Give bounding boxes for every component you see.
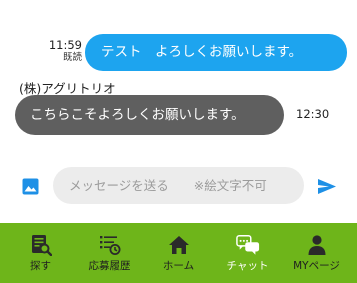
- nav-item-chat[interactable]: チャット: [215, 223, 281, 283]
- send-icon: [318, 178, 336, 194]
- nav-item-mypage[interactable]: MYページ: [284, 223, 350, 283]
- chat-icon: [235, 233, 260, 257]
- image-icon: [22, 178, 38, 194]
- message-composer: [0, 162, 357, 210]
- person-icon: [305, 233, 329, 257]
- bottom-navigation: 探す 応募履歴 ホーム チャット MYページ: [0, 223, 357, 283]
- attach-image-button[interactable]: [20, 176, 40, 196]
- outgoing-message-meta: 11:59 既読: [46, 38, 82, 64]
- nav-label-history: 応募履歴: [88, 260, 131, 272]
- search-list-icon: [29, 233, 53, 257]
- chat-screen: 11:59 既読 テスト よろしくお願いします。 (株)アグリトリオ こちらこそ…: [0, 0, 357, 283]
- nav-label-mypage: MYページ: [293, 260, 340, 272]
- send-button[interactable]: [316, 176, 338, 196]
- nav-item-search[interactable]: 探す: [8, 223, 74, 283]
- outgoing-message-time: 11:59: [48, 38, 82, 52]
- nav-label-home: ホーム: [162, 260, 195, 272]
- read-receipt: 既読: [62, 52, 82, 64]
- nav-label-search: 探す: [30, 260, 51, 272]
- nav-item-history[interactable]: 応募履歴: [77, 223, 143, 283]
- home-icon: [167, 233, 191, 257]
- message-input[interactable]: [53, 167, 304, 204]
- incoming-message-bubble: こちらこそよろしくお願いします。: [15, 95, 284, 135]
- incoming-message-time: 12:30: [296, 107, 330, 121]
- history-icon: [98, 233, 122, 257]
- nav-item-home[interactable]: ホーム: [146, 223, 212, 283]
- nav-label-chat: チャット: [226, 260, 269, 272]
- message-list: 11:59 既読 テスト よろしくお願いします。 (株)アグリトリオ こちらこそ…: [0, 0, 357, 160]
- outgoing-message-bubble: テスト よろしくお願いします。: [85, 34, 347, 71]
